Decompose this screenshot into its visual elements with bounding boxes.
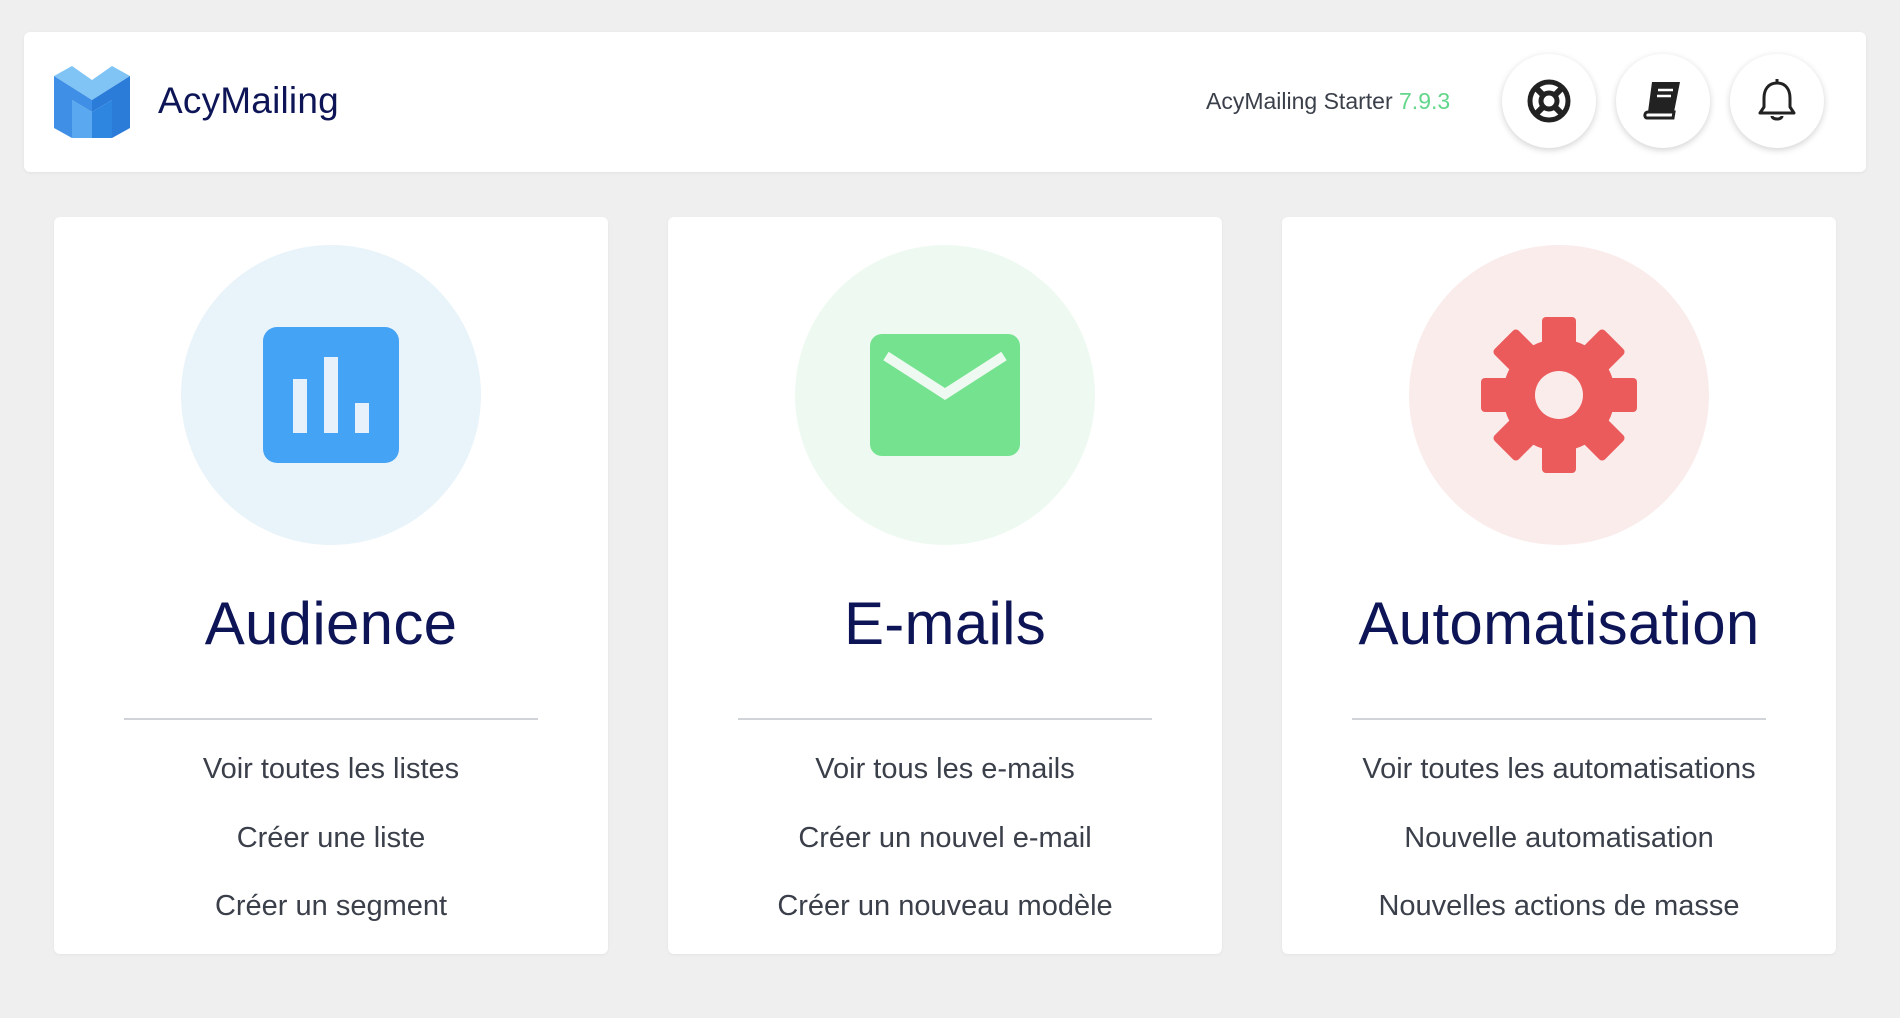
- documentation-book-icon: [1643, 82, 1680, 120]
- emails-title: E-mails: [843, 590, 1047, 657]
- audience-title: Audience: [204, 590, 458, 657]
- link-all-lists[interactable]: Voir toutes les listes: [54, 749, 608, 818]
- emails-card: E-mails Voir tous les e-mails Créer un n…: [668, 217, 1222, 954]
- brand-name: AcyMailing: [158, 80, 339, 121]
- link-new-automation[interactable]: Nouvelle automatisation: [1282, 818, 1836, 887]
- link-create-segment[interactable]: Créer un segment: [54, 886, 608, 955]
- gear-icon: [1481, 317, 1637, 473]
- card-divider: [1352, 718, 1766, 720]
- card-divider: [124, 718, 538, 720]
- link-all-emails[interactable]: Voir tous les e-mails: [668, 749, 1222, 818]
- documentation-button[interactable]: [1616, 54, 1710, 148]
- link-all-automations[interactable]: Voir toutes les automatisations: [1282, 749, 1836, 818]
- emails-icon-circle[interactable]: [795, 245, 1095, 545]
- top-header-bar: AcyMailing AcyMailing Starter 7.9.3: [24, 32, 1866, 172]
- support-button[interactable]: [1502, 54, 1596, 148]
- support-lifebuoy-icon: [1527, 79, 1571, 123]
- audience-icon-circle[interactable]: [181, 245, 481, 545]
- emails-links: Voir tous les e-mails Créer un nouvel e-…: [668, 749, 1222, 955]
- version-edition: AcyMailing Starter: [1206, 88, 1393, 114]
- audience-card: Audience Voir toutes les listes Créer un…: [54, 217, 608, 954]
- automation-icon-circle[interactable]: [1409, 245, 1709, 545]
- link-create-list[interactable]: Créer une liste: [54, 818, 608, 887]
- automation-links: Voir toutes les automatisations Nouvelle…: [1282, 749, 1836, 955]
- notifications-bell-icon: [1758, 79, 1796, 121]
- version-number: 7.9.3: [1399, 88, 1451, 114]
- notifications-button[interactable]: [1730, 54, 1824, 148]
- audience-links: Voir toutes les listes Créer une liste C…: [54, 749, 608, 955]
- acymailing-logo-icon[interactable]: [54, 66, 130, 138]
- envelope-icon: [870, 334, 1020, 456]
- automation-card: Automatisation Voir toutes les automatis…: [1282, 217, 1836, 954]
- link-create-email[interactable]: Créer un nouvel e-mail: [668, 818, 1222, 887]
- card-divider: [738, 718, 1152, 720]
- bar-chart-icon: [263, 327, 399, 463]
- link-create-template[interactable]: Créer un nouveau modèle: [668, 886, 1222, 955]
- version-label: AcyMailing Starter 7.9.3: [1206, 88, 1450, 115]
- automation-title: Automatisation: [1358, 590, 1760, 657]
- link-mass-actions[interactable]: Nouvelles actions de masse: [1282, 886, 1836, 955]
